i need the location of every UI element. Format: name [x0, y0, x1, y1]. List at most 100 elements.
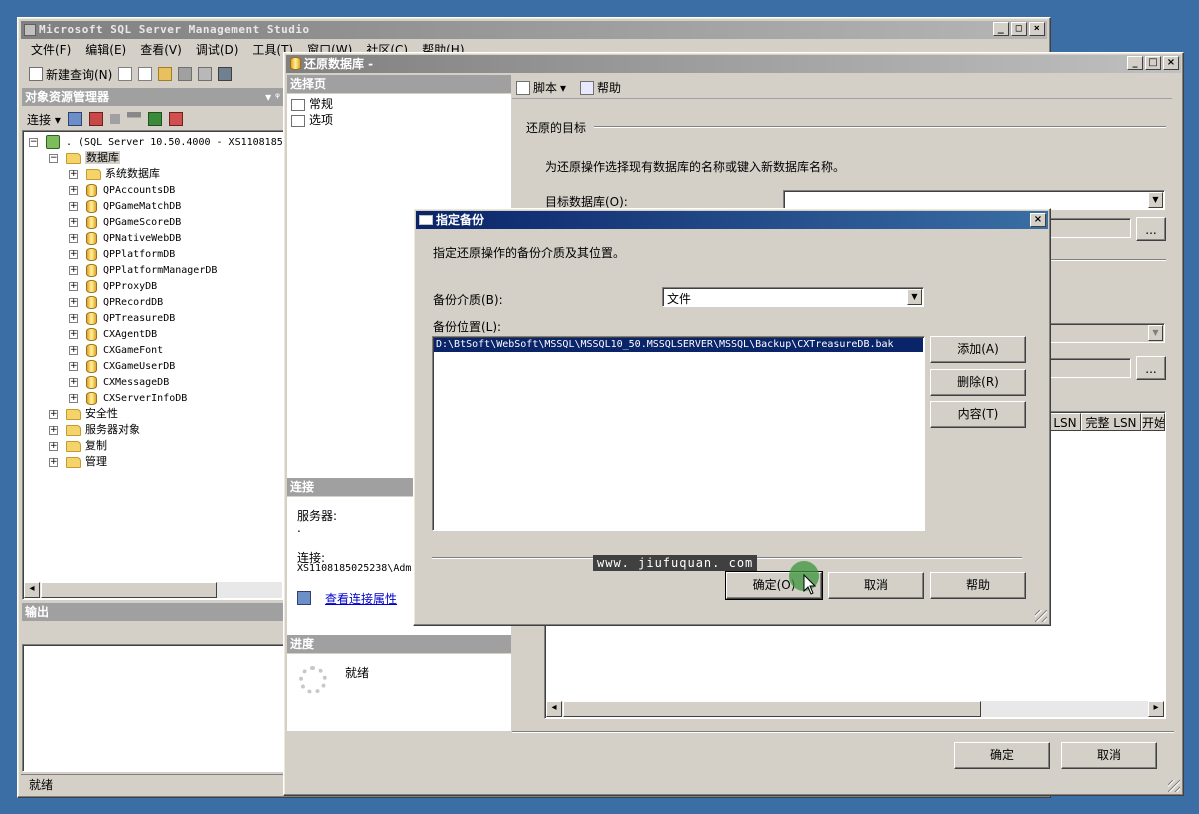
- expand-icon[interactable]: +: [69, 329, 78, 339]
- grid-header-start[interactable]: 开始: [1141, 413, 1165, 431]
- restore-cancel-button[interactable]: 取消: [1061, 742, 1157, 769]
- maximize-button[interactable]: □: [1145, 56, 1161, 70]
- contents-button[interactable]: 内容(T): [930, 401, 1026, 428]
- backup-help-button[interactable]: 帮助: [930, 572, 1026, 599]
- expand-icon[interactable]: +: [69, 265, 78, 275]
- add-file-icon[interactable]: [138, 67, 153, 81]
- filter-icon[interactable]: [126, 112, 141, 126]
- expand-icon[interactable]: +: [69, 297, 78, 307]
- new-file-icon[interactable]: [118, 67, 133, 81]
- help-button[interactable]: 帮助: [580, 79, 621, 96]
- collapse-icon[interactable]: −: [49, 153, 58, 163]
- scroll-thumb[interactable]: [41, 582, 217, 598]
- main-title-bar[interactable]: Microsoft SQL Server Management Studio _…: [21, 21, 1047, 39]
- page-options[interactable]: 选项: [291, 112, 333, 128]
- backup-cancel-button[interactable]: 取消: [828, 572, 924, 599]
- minimize-button[interactable]: _: [1127, 56, 1143, 70]
- page-general[interactable]: 常规: [291, 96, 333, 112]
- source-device-field[interactable]: [1044, 358, 1131, 378]
- target-db-combo[interactable]: ▼: [783, 190, 1165, 210]
- expand-icon[interactable]: +: [49, 409, 58, 419]
- expand-icon[interactable]: +: [69, 393, 78, 403]
- menu-edit[interactable]: 编辑(E): [85, 40, 126, 60]
- restore-title-bar[interactable]: 还原数据库 - _ □ ×: [286, 55, 1181, 73]
- expand-icon[interactable]: +: [69, 169, 78, 179]
- connect-icon[interactable]: [67, 112, 82, 126]
- tree-replication[interactable]: + 复制: [49, 438, 107, 454]
- backup-media-combo[interactable]: 文件 ▼: [662, 287, 924, 307]
- add-button[interactable]: 添加(A): [930, 336, 1026, 363]
- remove-button[interactable]: 删除(R): [930, 369, 1026, 396]
- tree-management[interactable]: + 管理: [49, 454, 107, 470]
- expand-icon[interactable]: +: [69, 201, 78, 211]
- chevron-down-icon[interactable]: ▼: [1148, 325, 1163, 341]
- scroll-right-button[interactable]: ▸: [1148, 701, 1164, 717]
- tree-system-databases[interactable]: + 系统数据库: [69, 166, 160, 182]
- expand-icon[interactable]: +: [69, 313, 78, 323]
- expand-icon[interactable]: +: [49, 425, 58, 435]
- tree-db-item[interactable]: + CXAgentDB: [69, 326, 157, 342]
- close-button[interactable]: ×: [1029, 22, 1045, 36]
- tree-db-item[interactable]: + CXGameFont: [69, 342, 163, 358]
- tree-server-node[interactable]: −. (SQL Server 10.50.4000 - XS1108185: [29, 134, 283, 150]
- backup-dialog-title-bar[interactable]: 指定备份 ×: [416, 211, 1048, 229]
- backup-location-list[interactable]: D:\BtSoft\WebSoft\MSSQL\MSSQL10_50.MSSQL…: [432, 336, 925, 531]
- expand-icon[interactable]: +: [69, 217, 78, 227]
- expand-icon[interactable]: +: [49, 457, 58, 467]
- target-time-field[interactable]: [1044, 218, 1131, 238]
- script-dropdown[interactable]: 脚本 ▾: [516, 79, 566, 96]
- expand-icon[interactable]: +: [69, 249, 78, 259]
- connect-dropdown[interactable]: 连接 ▾: [27, 111, 61, 128]
- tree-db-item[interactable]: + QPPlatformManagerDB: [69, 262, 217, 278]
- scroll-thumb[interactable]: [563, 701, 981, 717]
- grid-header-full-lsn[interactable]: 完整 LSN: [1081, 413, 1141, 431]
- tree-db-item[interactable]: + QPTreasureDB: [69, 310, 175, 326]
- summary-icon[interactable]: [168, 112, 183, 126]
- print-icon[interactable]: [198, 67, 213, 81]
- stop-icon[interactable]: [109, 114, 120, 124]
- chevron-down-icon[interactable]: ▼: [907, 289, 922, 305]
- maximize-button[interactable]: □: [1011, 22, 1027, 36]
- tree-db-item[interactable]: + CXServerInfoDB: [69, 390, 187, 406]
- tree-security[interactable]: + 安全性: [49, 406, 118, 422]
- expand-icon[interactable]: +: [69, 185, 78, 195]
- expand-icon[interactable]: +: [69, 377, 78, 387]
- expand-icon[interactable]: +: [69, 233, 78, 243]
- save-icon[interactable]: [178, 67, 193, 81]
- menu-file[interactable]: 文件(F): [31, 40, 71, 60]
- close-button[interactable]: ×: [1030, 213, 1046, 227]
- chevron-down-icon[interactable]: ▼: [1148, 192, 1163, 208]
- menu-debug[interactable]: 调试(D): [196, 40, 239, 60]
- collapse-icon[interactable]: −: [29, 137, 38, 147]
- menu-view[interactable]: 查看(V): [140, 40, 182, 60]
- output-content[interactable]: [22, 644, 284, 772]
- expand-icon[interactable]: +: [69, 345, 78, 355]
- resize-grip-icon[interactable]: [1035, 610, 1047, 622]
- tree-db-item[interactable]: + QPProxyDB: [69, 278, 157, 294]
- scroll-left-button[interactable]: ◂: [24, 582, 40, 598]
- expand-icon[interactable]: +: [49, 441, 58, 451]
- disconnect-icon[interactable]: [88, 112, 103, 126]
- browse-button-2[interactable]: ...: [1136, 356, 1166, 380]
- refresh-icon[interactable]: [147, 112, 162, 126]
- scroll-left-button[interactable]: ◂: [546, 701, 562, 717]
- close-button[interactable]: ×: [1163, 56, 1179, 70]
- tree-db-item[interactable]: + QPGameScoreDB: [69, 214, 181, 230]
- tree-databases-node[interactable]: − 数据库: [49, 150, 120, 166]
- restore-ok-button[interactable]: 确定: [954, 742, 1050, 769]
- open-folder-icon[interactable]: [158, 67, 173, 81]
- tree-db-item[interactable]: + QPGameMatchDB: [69, 198, 181, 214]
- expand-icon[interactable]: +: [69, 361, 78, 371]
- monitor-icon[interactable]: [218, 67, 233, 81]
- grid-header-lsn[interactable]: LSN: [1049, 413, 1081, 431]
- new-query-button[interactable]: 新建查询(N): [29, 66, 112, 83]
- expand-icon[interactable]: +: [69, 281, 78, 291]
- source-db-combo[interactable]: ▼: [1044, 323, 1165, 343]
- view-connection-properties-link[interactable]: 查看连接属性: [325, 590, 397, 607]
- browse-button-1[interactable]: ...: [1136, 217, 1166, 241]
- pin-icon[interactable]: ▾ ᵠ: [265, 88, 280, 106]
- object-explorer-tree[interactable]: −. (SQL Server 10.50.4000 - XS1108185 − 数…: [22, 130, 284, 600]
- tree-server-objects[interactable]: + 服务器对象: [49, 422, 140, 438]
- tree-db-item[interactable]: + QPNativeWebDB: [69, 230, 181, 246]
- minimize-button[interactable]: _: [993, 22, 1009, 36]
